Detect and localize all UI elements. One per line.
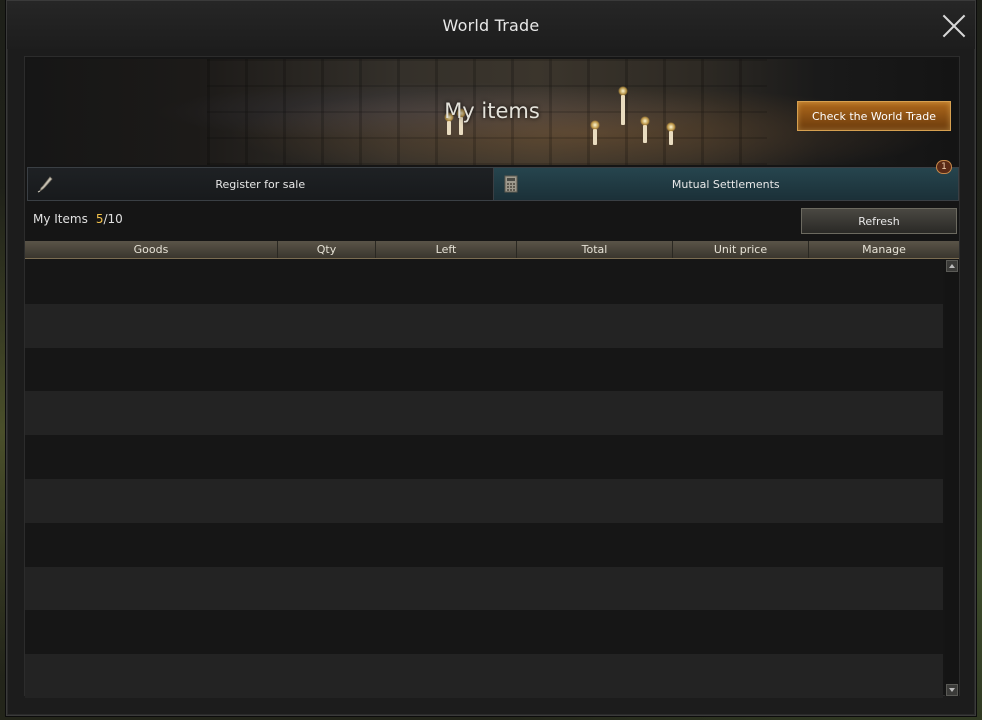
table-row	[25, 478, 943, 523]
tab-bar: Register for sale Mutual Settlements 1	[27, 160, 959, 201]
check-world-trade-button[interactable]: Check the World Trade	[797, 101, 951, 131]
table-row	[25, 347, 943, 392]
candle-decoration	[590, 120, 600, 145]
table-row	[25, 610, 943, 655]
window-title: World Trade	[442, 15, 540, 35]
scroll-up-icon[interactable]	[946, 260, 958, 272]
close-icon[interactable]	[939, 11, 969, 41]
refresh-button[interactable]: Refresh	[801, 208, 957, 234]
table-row	[25, 435, 943, 479]
table-row	[25, 391, 943, 436]
title-bar: World Trade	[7, 1, 975, 49]
table-row	[25, 566, 943, 611]
banner: My items Check the World Trade	[27, 59, 957, 165]
tab-register-for-sale[interactable]: Register for sale	[28, 168, 494, 200]
table-row	[25, 654, 943, 698]
notification-badge: 1	[936, 160, 952, 174]
scroll-down-icon[interactable]	[946, 684, 958, 696]
calculator-icon	[504, 175, 517, 193]
table-row	[25, 522, 943, 567]
column-left[interactable]: Left	[376, 241, 517, 258]
world-trade-window: World Trade My items Check the World Tra…	[6, 0, 976, 716]
column-goods[interactable]: Goods	[25, 241, 278, 258]
column-unit-price[interactable]: Unit price	[673, 241, 809, 258]
items-table-body	[25, 260, 943, 698]
candle-decoration	[666, 122, 676, 145]
scrollbar[interactable]	[945, 260, 959, 696]
table-header: Goods Qty Left Total Unit price Manage	[25, 241, 959, 259]
tab-mutual-settlements[interactable]: Mutual Settlements 1	[493, 160, 958, 200]
table-row	[25, 260, 943, 304]
candle-decoration	[444, 112, 454, 135]
column-total[interactable]: Total	[517, 241, 673, 258]
main-panel: My items Check the World Trade Register …	[24, 56, 960, 698]
column-qty[interactable]: Qty	[278, 241, 376, 258]
candle-decoration	[640, 116, 650, 143]
items-max-count: /10	[103, 212, 123, 226]
quill-icon	[37, 176, 53, 193]
tab-label: Mutual Settlements	[671, 177, 780, 191]
tab-label: Register for sale	[215, 177, 306, 191]
my-items-count: My Items 5/10	[33, 212, 123, 226]
column-manage[interactable]: Manage	[809, 241, 959, 258]
table-row	[25, 303, 943, 348]
my-items-label: My Items	[33, 212, 88, 226]
